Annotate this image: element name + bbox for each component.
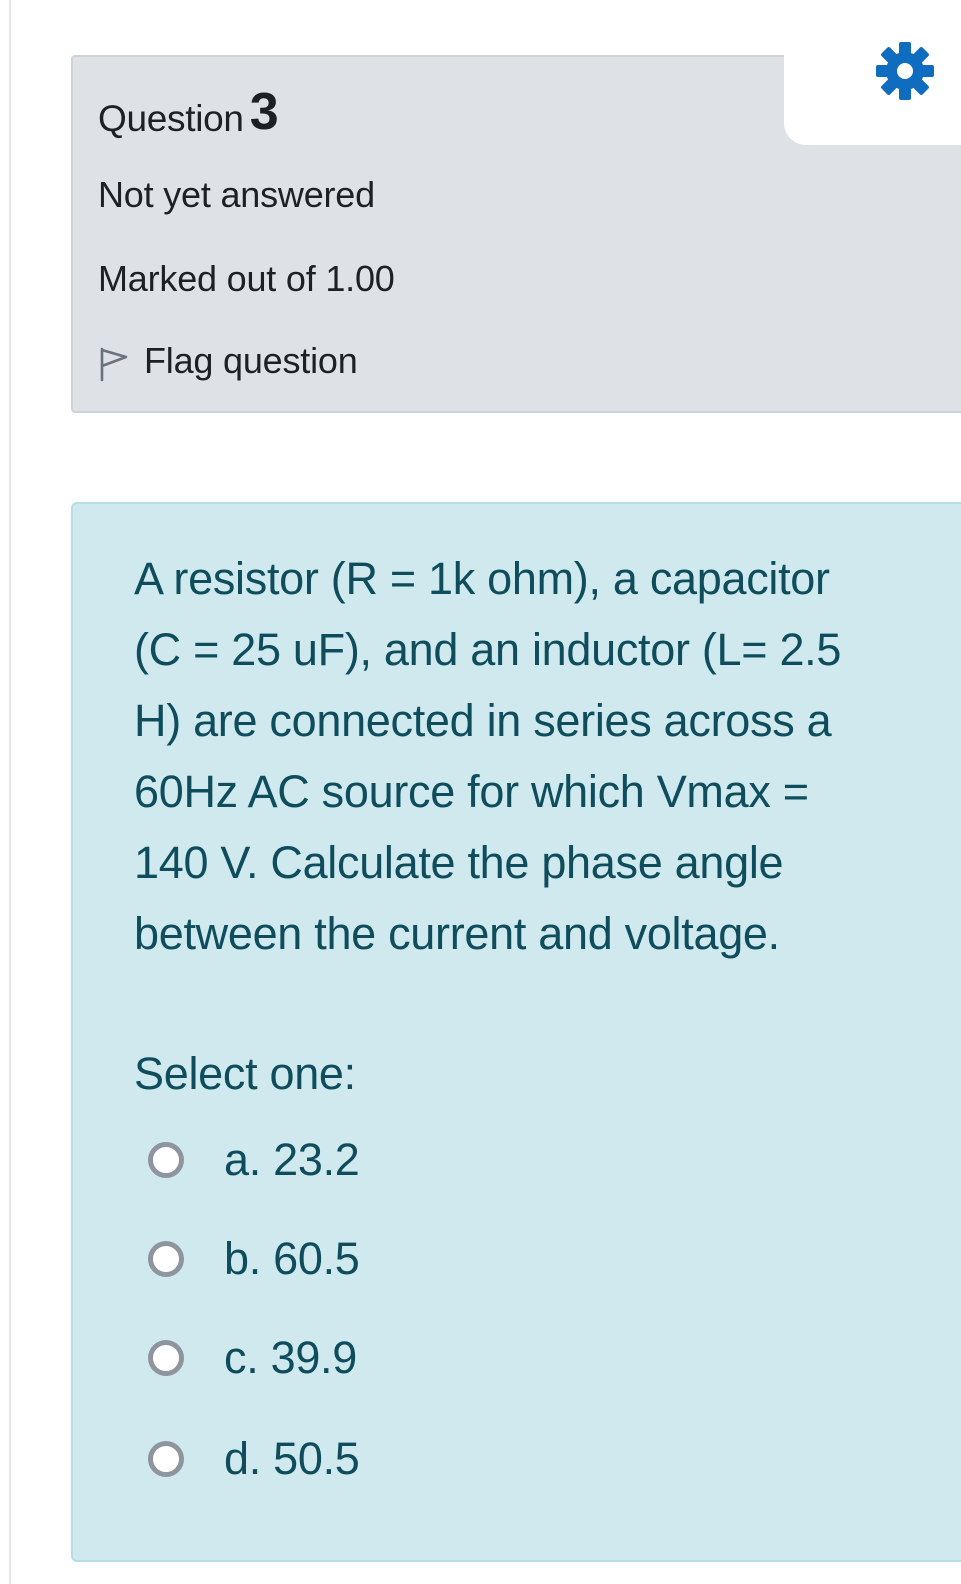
answer-option-a[interactable]: a. 23.2: [148, 1130, 360, 1190]
answer-option-d[interactable]: d. 50.5: [148, 1429, 360, 1489]
answer-option-b[interactable]: b. 60.5: [148, 1229, 360, 1289]
answer-option-label: b. 60.5: [224, 1233, 360, 1284]
flag-outline-icon: [98, 346, 130, 382]
question-text-line: between the current and voltage.: [134, 908, 780, 959]
question-label: Question: [98, 98, 244, 139]
answer-option-label: a. 23.2: [224, 1134, 360, 1185]
question-title: Question 3: [98, 83, 279, 144]
answer-option-label: c. 39.9: [224, 1332, 357, 1383]
question-text-line: 60Hz AC source for which Vmax =: [134, 766, 809, 817]
question-text-line: H) are connected in series across a: [134, 695, 832, 746]
question-text: A resistor (R = 1k ohm), a capacitor (C …: [134, 543, 894, 969]
flag-question-label: Flag question: [144, 340, 358, 381]
radio-button-c[interactable]: [148, 1340, 184, 1376]
flag-question-link[interactable]: Flag question: [98, 340, 358, 382]
answer-option-c[interactable]: c. 39.9: [148, 1328, 357, 1388]
question-text-line: A resistor (R = 1k ohm), a capacitor: [134, 553, 830, 604]
radio-button-a[interactable]: [148, 1142, 184, 1178]
page-left-border: [9, 0, 11, 1584]
question-text-line: (C = 25 uF), and an inductor (L= 2.5: [134, 624, 842, 675]
gear-icon[interactable]: [872, 38, 938, 104]
question-state: Not yet answered: [98, 174, 375, 215]
radio-button-b[interactable]: [148, 1241, 184, 1277]
answer-option-label: d. 50.5: [224, 1433, 360, 1484]
radio-button-d[interactable]: [148, 1441, 184, 1477]
select-one-prompt: Select one:: [134, 1048, 356, 1099]
question-text-line: 140 V. Calculate the phase angle: [134, 837, 784, 888]
question-number: 3: [249, 83, 279, 141]
question-grade: Marked out of 1.00: [98, 258, 395, 299]
